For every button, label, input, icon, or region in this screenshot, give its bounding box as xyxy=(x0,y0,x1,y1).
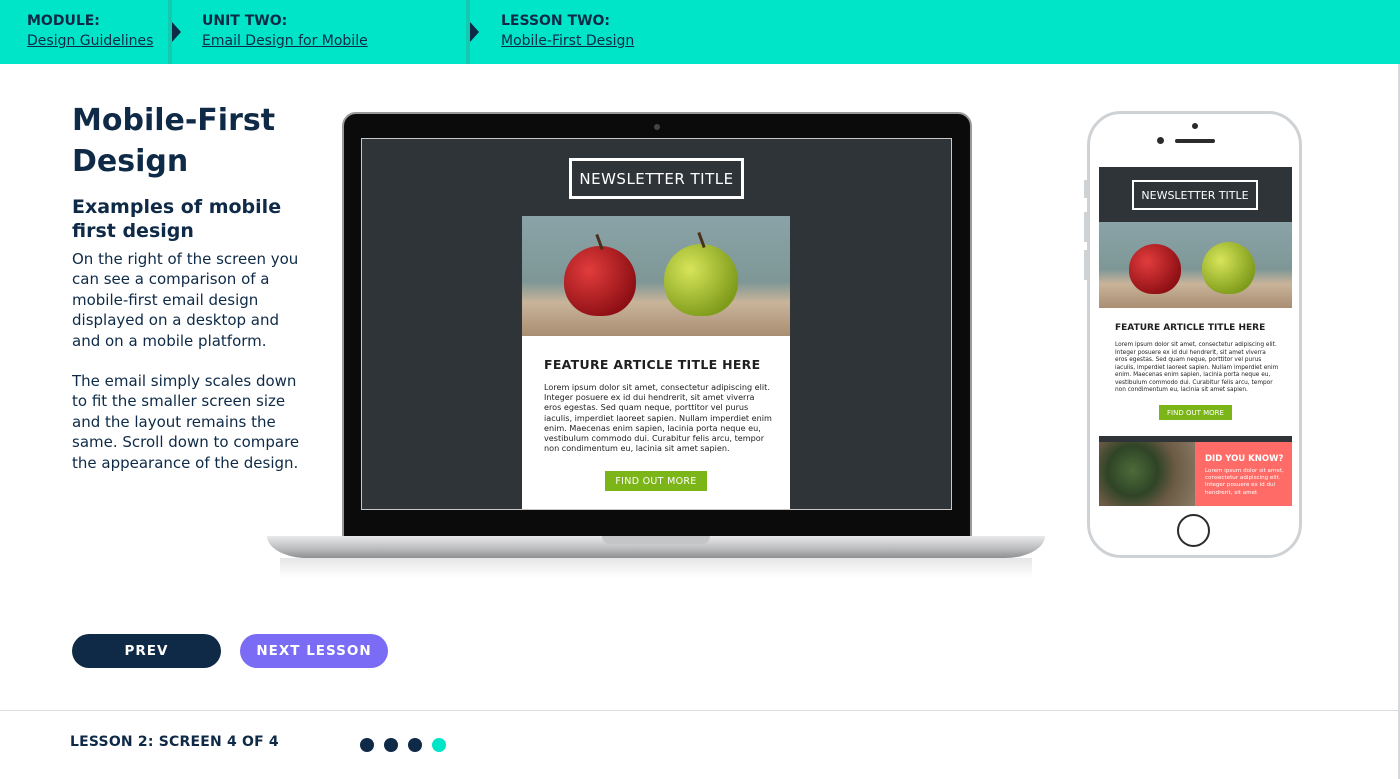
phone-speaker xyxy=(1175,139,1215,143)
breadcrumb-module-link[interactable]: Design Guidelines xyxy=(27,31,153,51)
did-you-know-text: Lorem ipsum dolor sit amet, consectetur … xyxy=(1205,468,1284,496)
breadcrumb-module-label: MODULE: xyxy=(27,13,100,29)
chevron-right-icon xyxy=(172,22,181,42)
phone-side-button xyxy=(1084,180,1087,198)
progress-dot xyxy=(360,738,374,752)
phone-home-button xyxy=(1177,514,1210,547)
page-title: Mobile-First Design xyxy=(72,103,276,179)
laptop-notch xyxy=(602,536,710,544)
feature-body: Lorem ipsum dolor sit amet, consectetur … xyxy=(1115,342,1279,393)
newsletter-title: NEWSLETTER TITLE xyxy=(569,158,744,199)
section-subtitle: Examples of mobile first design xyxy=(72,196,282,242)
next-lesson-button[interactable]: NEXT LESSON xyxy=(240,634,388,668)
breadcrumb-unit-link[interactable]: Email Design for Mobile xyxy=(202,31,368,51)
breadcrumb-lesson-label: LESSON TWO: xyxy=(501,13,611,29)
did-you-know-title: DID YOU KNOW? xyxy=(1205,454,1284,464)
breadcrumb-unit-label: UNIT TWO: xyxy=(202,13,288,29)
feature-title: FEATURE ARTICLE TITLE HERE xyxy=(544,357,761,372)
phone-side-button xyxy=(1084,250,1087,280)
progress-dot-current xyxy=(432,738,446,752)
breadcrumb-module: MODULE: Design Guidelines xyxy=(27,0,153,64)
feature-title: FEATURE ARTICLE TITLE HERE xyxy=(1115,323,1266,333)
breadcrumb-unit: UNIT TWO: Email Design for Mobile xyxy=(202,0,368,64)
apples-image xyxy=(522,216,790,336)
screen-progress-label: LESSON 2: SCREEN 4 OF 4 xyxy=(70,734,279,750)
red-apple xyxy=(564,246,636,316)
progress-dot xyxy=(384,738,398,752)
newsletter-card: FEATURE ARTICLE TITLE HERE Lorem ipsum d… xyxy=(522,216,790,509)
red-apple xyxy=(1129,244,1181,294)
breadcrumb-lesson-link[interactable]: Mobile-First Design xyxy=(501,31,634,51)
body-text: On the right of the screen you can see a… xyxy=(72,249,307,493)
laptop-shadow xyxy=(280,558,1032,578)
progress-dot xyxy=(408,738,422,752)
phone-sensor xyxy=(1157,137,1164,144)
body-paragraph: The email simply scales down to fit the … xyxy=(72,372,300,472)
laptop-camera xyxy=(654,124,660,130)
find-out-more-button: FIND OUT MORE xyxy=(1159,405,1232,420)
newsletter-card: FEATURE ARTICLE TITLE HERE Lorem ipsum d… xyxy=(1099,308,1292,436)
did-you-know-callout: DID YOU KNOW? Lorem ipsum dolor sit amet… xyxy=(1195,442,1292,506)
apples-image xyxy=(1099,222,1292,308)
footer-divider xyxy=(0,710,1400,711)
green-apple xyxy=(664,244,738,316)
chevron-right-icon xyxy=(470,22,479,42)
find-out-more-button: FIND OUT MORE xyxy=(605,471,707,491)
phone-side-button xyxy=(1084,212,1087,242)
green-apple xyxy=(1202,242,1255,294)
feature-body: Lorem ipsum dolor sit amet, consectetur … xyxy=(544,382,772,454)
prev-button[interactable]: PREV xyxy=(72,634,221,668)
body-paragraph: On the right of the screen you can see a… xyxy=(72,250,299,350)
phone-camera xyxy=(1192,123,1198,129)
phone-screen: NEWSLETTER TITLE FEATURE ARTICLE TITLE H… xyxy=(1099,167,1292,506)
laptop-screen: NEWSLETTER TITLE FEATURE ARTICLE TITLE H… xyxy=(361,138,952,510)
plant-image xyxy=(1099,442,1195,506)
newsletter-title: NEWSLETTER TITLE xyxy=(1132,180,1258,210)
breadcrumb-lesson: LESSON TWO: Mobile-First Design xyxy=(501,0,634,64)
